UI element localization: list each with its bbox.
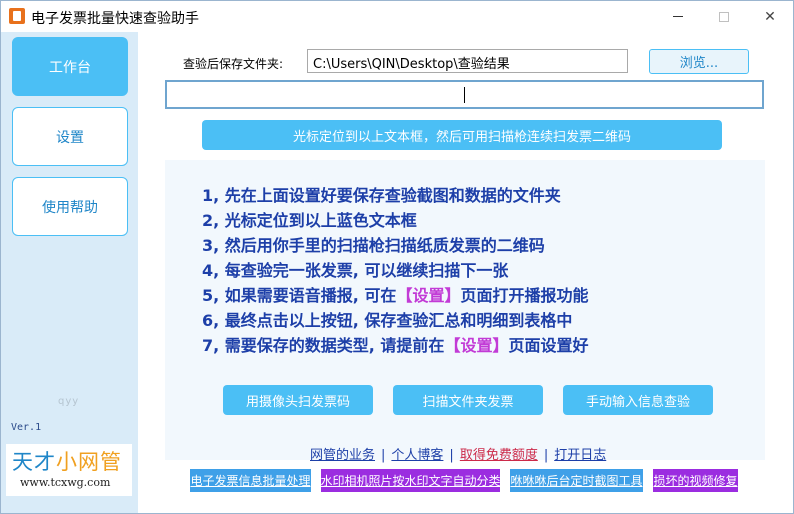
maximize-button[interactable] bbox=[701, 1, 747, 32]
watermark-text: qyy bbox=[58, 396, 80, 407]
sidebar-item-help[interactable]: 使用帮助 bbox=[12, 177, 128, 236]
logo-url: www.tcxwg.com bbox=[20, 476, 111, 489]
link-separator: | bbox=[543, 448, 549, 463]
instructions-panel: 1, 先在上面设置好要保存查验截图和数据的文件夹 2, 光标定位到以上蓝色文本框… bbox=[165, 160, 765, 460]
instruction-item: 5, 如果需要语音播报, 可在【设置】页面打开播报功能 bbox=[202, 283, 588, 308]
link-business[interactable]: 网管的业务 bbox=[310, 448, 375, 463]
sidebar: 工作台 设置 使用帮助 qyy Ver.1 天才小网管 www.tcxwg.co… bbox=[1, 32, 138, 513]
manual-verify-button[interactable]: 手动输入信息查验 bbox=[563, 385, 713, 415]
instruction-text: 7, 需要保存的数据类型, 请提前在 bbox=[202, 336, 445, 355]
instruction-item: 4, 每查验完一张发票, 可以继续扫描下一张 bbox=[202, 261, 509, 280]
save-folder-label: 查验后保存文件夹: bbox=[183, 57, 284, 71]
link-separator: | bbox=[381, 448, 386, 463]
settings-highlight: 【设置】 bbox=[396, 286, 461, 305]
instructions-list: 1, 先在上面设置好要保存查验截图和数据的文件夹 2, 光标定位到以上蓝色文本框… bbox=[202, 183, 588, 358]
logo-text-main: 天才 bbox=[12, 450, 56, 474]
instruction-item: 7, 需要保存的数据类型, 请提前在【设置】页面设置好 bbox=[202, 333, 588, 358]
promo-invoice-batch[interactable]: 电子发票信息批量处理 bbox=[190, 469, 311, 492]
instruction-item: 2, 光标定位到以上蓝色文本框 bbox=[202, 211, 417, 230]
qr-scan-input[interactable] bbox=[165, 80, 764, 109]
main-panel: 查验后保存文件夹: C:\Users\QIN\Desktop\查验结果 浏览..… bbox=[138, 32, 793, 513]
logo-text-accent: 小网管 bbox=[56, 450, 122, 474]
scan-folder-button[interactable]: 扫描文件夹发票 bbox=[393, 385, 543, 415]
instruction-text: 页面设置好 bbox=[508, 336, 589, 355]
invoice-app-icon bbox=[9, 8, 25, 24]
camera-scan-button[interactable]: 用摄像头扫发票码 bbox=[223, 385, 373, 415]
promo-watermark-camera[interactable]: 水印相机照片按水印文字自动分类 bbox=[321, 469, 500, 492]
version-label: Ver.1 bbox=[11, 422, 42, 433]
instruction-text: 页面打开播报功能 bbox=[460, 286, 589, 305]
logo-text: 天才小网管 bbox=[12, 446, 122, 476]
footer-links: 网管的业务 | 个人博客 | 取得免费额度 | 打开日志 bbox=[310, 444, 606, 463]
settings-highlight: 【设置】 bbox=[444, 336, 509, 355]
instruction-item: 6, 最终点击以上按钮, 保存查验汇总和明细到表格中 bbox=[202, 311, 573, 330]
brand-logo[interactable]: 天才小网管 www.tcxwg.com bbox=[6, 444, 132, 496]
minimize-icon bbox=[673, 16, 683, 17]
sidebar-item-settings[interactable]: 设置 bbox=[12, 107, 128, 166]
instruction-item: 1, 先在上面设置好要保存查验截图和数据的文件夹 bbox=[202, 186, 561, 205]
window-title: 电子发票批量快速查验助手 bbox=[31, 11, 199, 27]
minimize-button[interactable] bbox=[655, 1, 701, 32]
browse-button[interactable]: 浏览... bbox=[649, 49, 749, 74]
maximize-icon bbox=[719, 11, 729, 22]
link-blog[interactable]: 个人博客 bbox=[391, 448, 443, 463]
link-free-quota[interactable]: 取得免费额度 bbox=[460, 448, 538, 463]
scan-hint-bar[interactable]: 光标定位到以上文本框，然后可用扫描枪连续扫发票二维码 bbox=[202, 120, 722, 150]
promo-video-repair[interactable]: 损坏的视频修复 bbox=[653, 469, 738, 492]
link-separator: | bbox=[449, 448, 454, 463]
title-bar: 电子发票批量快速查验助手 ✕ bbox=[1, 1, 793, 32]
instruction-item: 3, 然后用你手里的扫描枪扫描纸质发票的二维码 bbox=[202, 236, 545, 255]
app-window: 电子发票批量快速查验助手 ✕ 工作台 设置 使用帮助 qyy Ver.1 天才小… bbox=[0, 0, 794, 514]
close-button[interactable]: ✕ bbox=[747, 1, 793, 32]
link-open-log[interactable]: 打开日志 bbox=[554, 448, 606, 463]
close-icon: ✕ bbox=[764, 8, 776, 25]
save-path-field[interactable]: C:\Users\QIN\Desktop\查验结果 bbox=[307, 49, 628, 73]
instruction-text: 5, 如果需要语音播报, 可在 bbox=[202, 286, 397, 305]
sidebar-item-workbench[interactable]: 工作台 bbox=[12, 37, 128, 96]
promo-screenshot-tool[interactable]: 咻咻咻后台定时截图工具 bbox=[510, 469, 643, 492]
text-caret bbox=[464, 87, 465, 103]
